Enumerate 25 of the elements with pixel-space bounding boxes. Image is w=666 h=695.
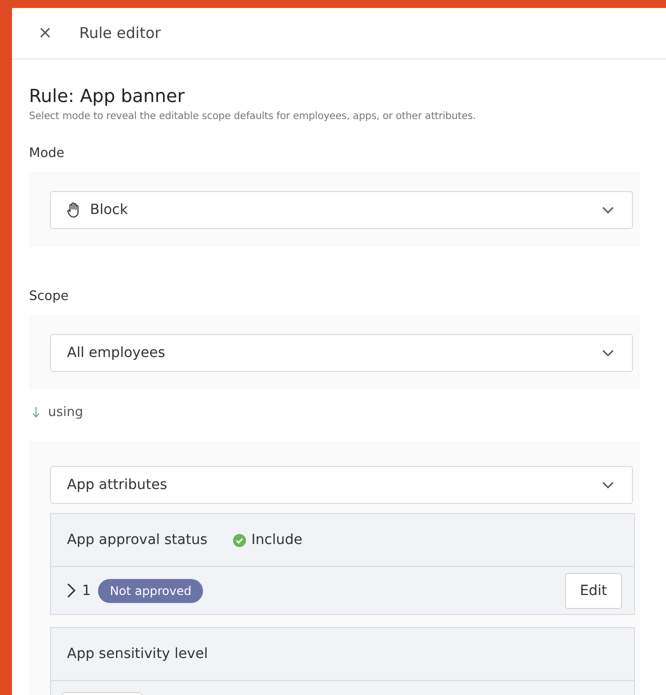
section-label: Mode [29, 146, 66, 161]
section-label: Scope [29, 289, 70, 304]
rule-title: Rule: App banner [29, 86, 186, 107]
edit-button[interactable]: Edit [564, 572, 622, 608]
dropdown-value: Block [90, 202, 129, 218]
rule-description: Select mode to reveal the editable scope defaults for employees, apps, or other attributes. [29, 111, 477, 122]
value-count: 1 [82, 582, 91, 598]
hand-icon [67, 202, 81, 218]
value-tag: Not approved [98, 578, 204, 602]
chevron-down-icon [602, 349, 614, 357]
panel-title: Rule editor [79, 24, 161, 42]
attribute-name: App sensitivity level [67, 646, 208, 662]
dropdown[interactable]: App attributes [50, 466, 633, 504]
attribute-name: App approval status [67, 532, 208, 548]
chevron-down-icon [602, 481, 614, 489]
status-label: Include [251, 532, 302, 548]
dropdown[interactable]: Block [50, 191, 633, 229]
using-label: using [48, 404, 84, 420]
chevron-down-icon [602, 206, 614, 214]
dropdown-value: All employees [67, 345, 166, 361]
dropdown[interactable]: All employees [50, 334, 633, 372]
chevron-right-icon[interactable] [67, 583, 76, 598]
close-button[interactable]: × [34, 23, 56, 43]
arrow-down-icon [32, 406, 40, 418]
dropdown-value: App attributes [67, 477, 168, 493]
